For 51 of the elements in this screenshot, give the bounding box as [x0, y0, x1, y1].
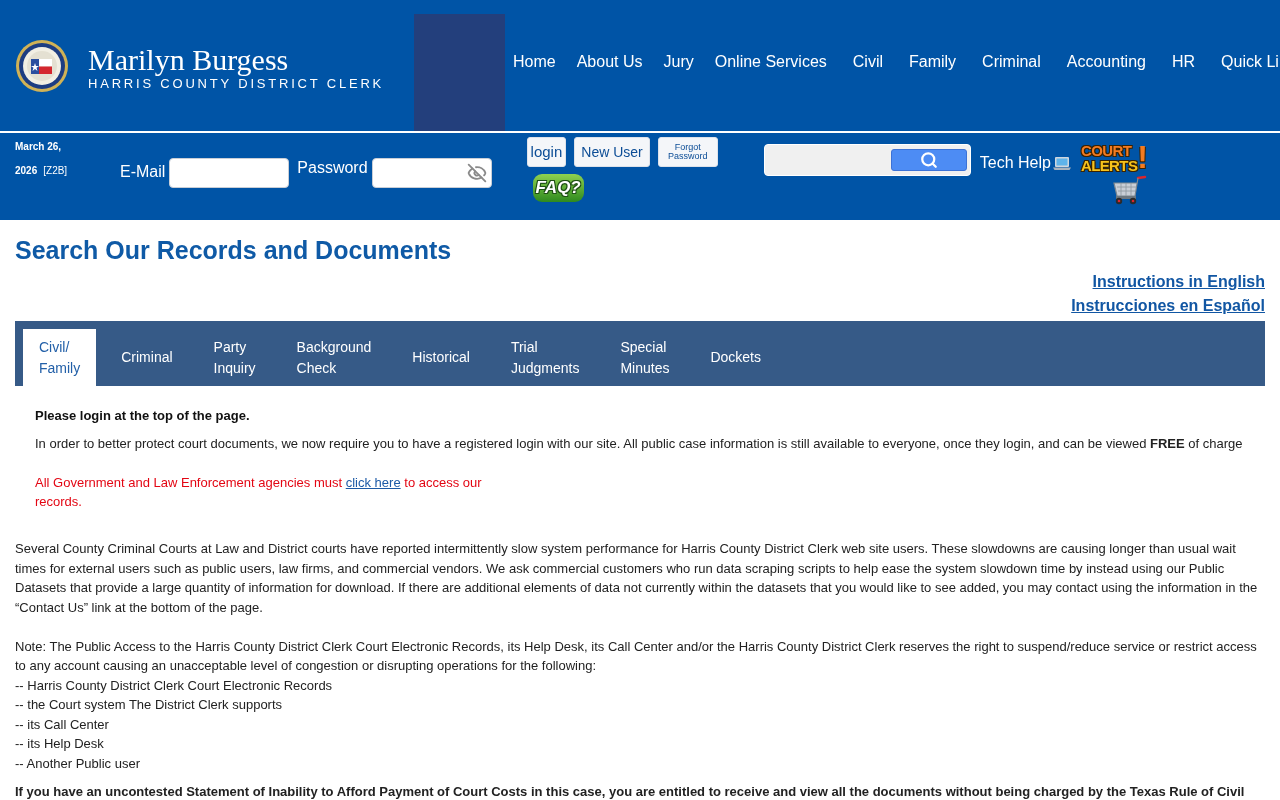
note-list-item: -- its Call Center — [15, 715, 110, 734]
search-tab[interactable]: Dockets — [694, 329, 777, 386]
search-tab[interactable]: Special Minutes — [604, 329, 686, 386]
new-user-button[interactable]: New User — [574, 137, 650, 167]
login-notice-text: In order to better protect court documents, we now require you to have a registered login with our site. All public case information is still available to everyone, once they login, and can be viewed FREE of charge — [35, 436, 1244, 452]
search-tab[interactable]: Civil/ Family — [23, 329, 97, 386]
nav-link[interactable]: HR — [1171, 52, 1196, 72]
login-button[interactable]: login — [526, 137, 567, 167]
shopping-cart-icon — [1110, 175, 1147, 205]
nav-link[interactable]: About Us — [576, 52, 643, 72]
search-button[interactable] — [890, 149, 967, 171]
search-field[interactable] — [763, 144, 971, 176]
search-icon — [919, 151, 938, 169]
laptop-icon — [1052, 155, 1071, 171]
note-list-item: -- Harris County District Clerk Court Electronic Records — [15, 676, 334, 695]
email-label: E-Mail — [120, 163, 166, 181]
search-tab[interactable]: Criminal — [105, 329, 189, 386]
instructions-link[interactable]: Instructions in English — [1092, 270, 1265, 294]
email-input[interactable] — [169, 158, 290, 188]
county-seal-icon — [16, 39, 68, 92]
forgot-password-button[interactable]: Forgot Password — [657, 137, 718, 167]
fee-notice-text: If you have an uncontested Statement of Inability to Afford Payment of Court Costs in this case, you are entitled to receive and view all the documents without being charged by the Texas Rule of Civil — [15, 784, 1246, 799]
site-subtitle: HARRIS COUNTY DISTRICT CLERK — [88, 76, 385, 92]
date-text: March 26, 2026 [Z2B] — [15, 140, 69, 178]
nav-link[interactable]: Jury — [663, 52, 694, 72]
nav-link[interactable]: Quick Li — [1221, 52, 1279, 72]
nav-link[interactable]: Home — [513, 52, 556, 72]
hide-password-icon — [466, 163, 487, 183]
nav-link[interactable]: Criminal — [982, 52, 1041, 72]
nav-link[interactable]: Civil — [852, 52, 883, 72]
click-here-link[interactable]: click here — [345, 475, 401, 490]
search-tab[interactable]: Historical — [396, 329, 486, 386]
nav-link[interactable]: Accounting — [1066, 52, 1146, 72]
password-input[interactable] — [371, 158, 492, 188]
page-title: Search Our Records and Documents — [15, 236, 453, 264]
note-text: Note: The Public Access to the Harris County District Clerk Court Electronic Records, its Help Desk, its Call Center and/or the Harris County District Clerk reserves the right to suspend/reduce service or restrict access to any account causing an unacceptable level of congestion or disrupting operations for the following: — [15, 637, 1258, 675]
search-tab[interactable]: Party Inquiry — [197, 329, 272, 386]
search-tab[interactable]: Background Check — [280, 329, 388, 386]
slowdown-notice-text: Several County Criminal Courts at Law and District courts have reported intermittently slow system performance for Harris County District Clerk web site users. These slowdowns are causing longer than usual wait times for external users such as public users, law firms, and commercial vendors. We ask commercial customers who run data scraping scripts to help ease the system slowdown time by instead using our Public Datasets that provide a large quantity of information for download. If there are additional elements of data not currently within the datasets that you would like to see added, you may contact using the information in the “Contact Us” link at the bottom of the page. — [15, 540, 1259, 617]
site-title: Marilyn Burgess — [88, 44, 290, 76]
login-prompt: Please login at the top of the page. — [35, 408, 251, 424]
instructions-link[interactable]: Instrucciones en Español — [1071, 294, 1265, 318]
note-list-item: -- its Help Desk — [15, 735, 105, 753]
note-list-item: -- the Court system The District Clerk supports — [15, 696, 284, 714]
nav-link[interactable]: Online Services — [714, 52, 827, 72]
password-label: Password — [297, 159, 368, 177]
tech-help-link[interactable]: Tech Help — [979, 154, 1071, 172]
note-list-item: -- Another Public user — [15, 754, 141, 773]
agency-notice-text: All Government and Law Enforcement agencies must click here to access our records. — [35, 474, 483, 511]
nav-link[interactable]: Family — [909, 52, 957, 72]
search-tab[interactable]: Trial Judgments — [494, 329, 596, 386]
